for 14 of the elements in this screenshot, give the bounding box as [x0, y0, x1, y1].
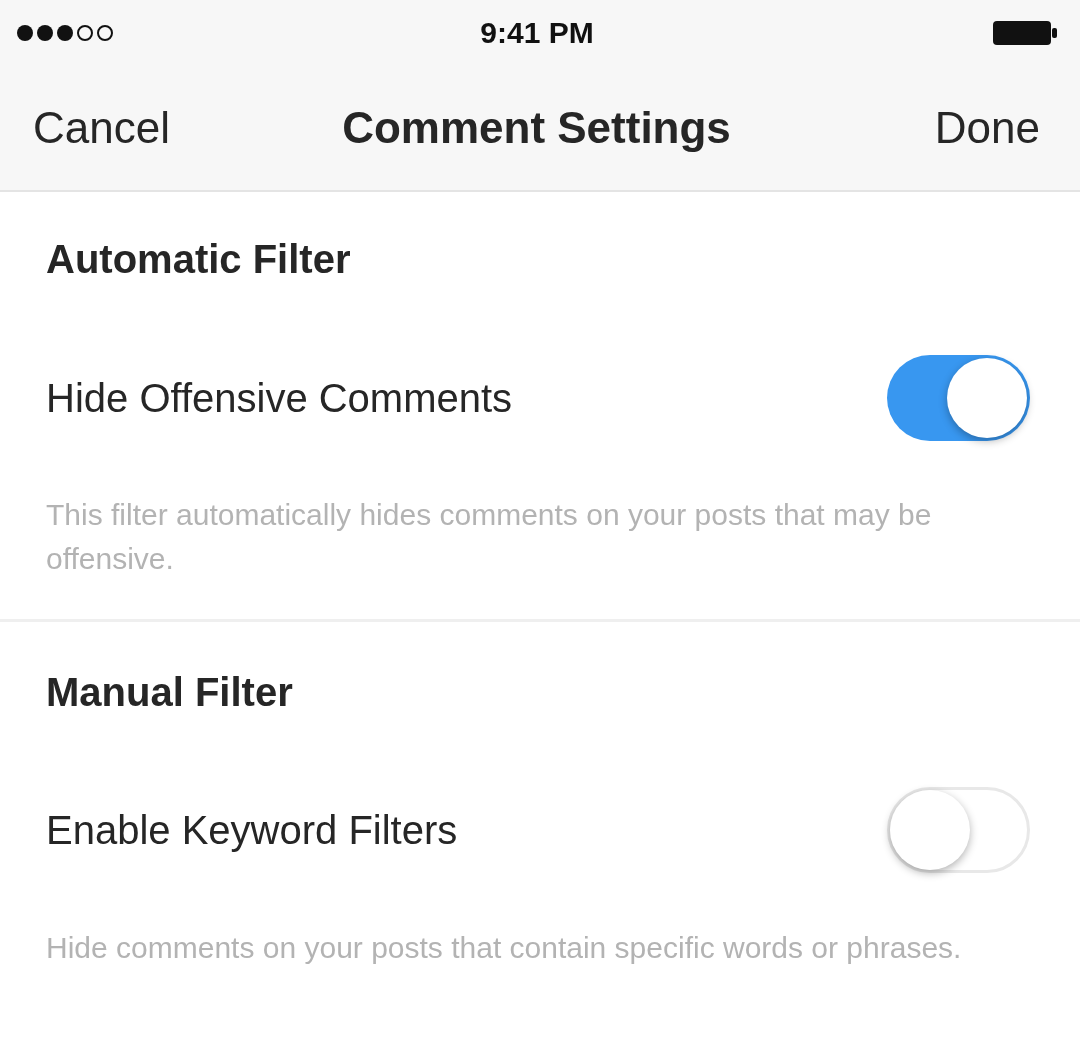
- setting-label: Enable Keyword Filters: [46, 807, 458, 853]
- setting-description: Hide comments on your posts that contain specific words or phrases.: [46, 930, 963, 966]
- done-button[interactable]: Done: [934, 103, 1040, 153]
- setting-description: This filter automatically hides comments on your posts that may be offensive.: [46, 497, 933, 577]
- screen-title: Comment Settings: [342, 103, 731, 153]
- cancel-button[interactable]: Cancel: [33, 103, 170, 153]
- battery-icon: [992, 20, 1058, 46]
- signal-icon: [16, 24, 114, 42]
- section-title: Manual Filter: [46, 669, 293, 715]
- setting-label: Hide Offensive Comments: [46, 375, 513, 421]
- toggle-switch[interactable]: [887, 355, 1030, 441]
- toggle-switch[interactable]: [887, 787, 1030, 873]
- section-title: Automatic Filter: [46, 237, 351, 282]
- status-time: 9:41 PM: [480, 16, 594, 50]
